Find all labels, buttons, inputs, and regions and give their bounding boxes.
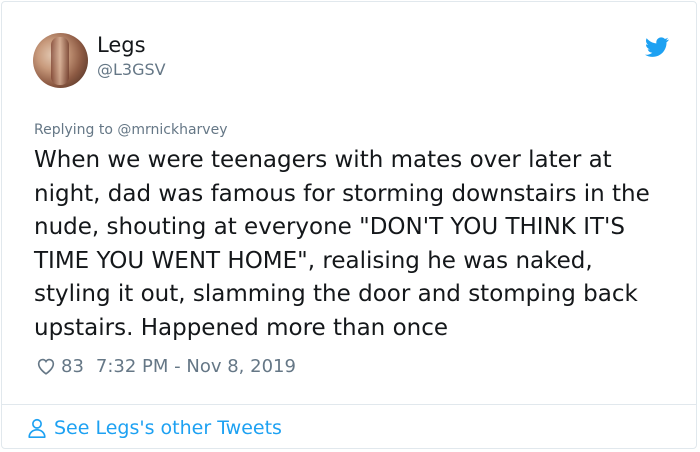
like-count: 83 [61, 355, 84, 377]
heart-icon[interactable] [35, 355, 57, 377]
see-other-tweets-label[interactable]: See Legs's other Tweets [54, 417, 282, 439]
author-handle[interactable]: @L3GSV [97, 60, 166, 79]
tweet-card: Legs @L3GSV Replying to @mrnickharvey Wh… [1, 1, 697, 449]
avatar[interactable] [33, 33, 88, 88]
see-other-tweets-link[interactable]: See Legs's other Tweets [26, 416, 282, 440]
tweet-text: When we were teenagers with mates over l… [34, 147, 650, 341]
author-name[interactable]: Legs [97, 33, 146, 57]
tweet-meta: 83 7:32 PM - Nov 8, 2019 [35, 353, 296, 379]
twitter-bird-icon[interactable] [644, 35, 670, 59]
divider [2, 404, 696, 405]
replying-to[interactable]: Replying to @mrnickharvey [34, 122, 227, 138]
person-icon [28, 418, 46, 438]
timestamp[interactable]: 7:32 PM - Nov 8, 2019 [96, 356, 296, 377]
